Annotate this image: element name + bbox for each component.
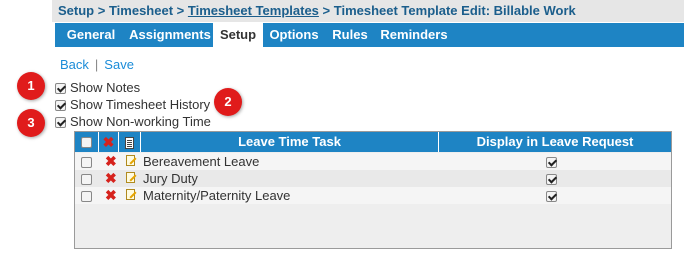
delete-icon: ✖ [102,134,115,150]
show-non-working-time-checkbox[interactable] [55,117,66,129]
breadcrumb: Setup > Timesheet > Timesheet Templates … [52,0,684,22]
grid-header: ✖ Leave Time Task Display in Leave Reque… [75,132,671,152]
row-edit-cell [126,153,135,170]
callout-badge-2: 2 [214,88,242,116]
edit-icon[interactable] [126,155,135,166]
row-checkbox[interactable] [81,174,92,186]
breadcrumb-separator: > [97,3,109,18]
breadcrumb-separator: > [176,3,188,18]
tab-assignments[interactable]: Assignments [127,23,213,47]
row-select-cell [81,187,96,204]
show-notes-option: Show Notes [55,80,140,96]
row-display-cell [546,187,561,204]
delete-icon[interactable]: ✖ [105,187,117,203]
table-row: ✖ Jury Duty [75,170,671,187]
tab-general[interactable]: General [55,23,127,47]
tab-reminders[interactable]: Reminders [375,23,453,47]
breadcrumb-current-page: Timesheet Template Edit: Billable Work [333,3,576,18]
show-notes-checkbox[interactable] [55,83,66,95]
action-links: Back | Save [60,57,134,72]
row-delete-cell: ✖ [105,187,117,204]
breadcrumb-timesheet-templates[interactable]: Timesheet Templates [188,3,319,18]
breadcrumb-timesheet[interactable]: Timesheet [109,3,173,18]
display-in-leave-request-header[interactable]: Display in Leave Request [439,132,671,152]
row-checkbox[interactable] [81,157,92,169]
callout-badge-1: 1 [17,72,45,100]
row-edit-cell [126,187,135,204]
tab-options[interactable]: Options [263,23,325,47]
delete-icon[interactable]: ✖ [105,170,117,186]
leave-time-task-header[interactable]: Leave Time Task [141,132,439,152]
row-edit-cell [126,170,135,187]
display-in-leave-request-checkbox[interactable] [546,157,557,169]
details-header [119,132,141,152]
tab-bar: General Assignments Setup Options Rules … [55,23,684,49]
action-separator: | [94,57,99,72]
show-timesheet-history-checkbox[interactable] [55,100,66,112]
show-timesheet-history-label: Show Timesheet History [70,97,211,112]
tab-setup[interactable]: Setup [213,23,263,49]
row-delete-cell: ✖ [105,170,117,187]
row-display-cell [546,153,561,170]
back-link[interactable]: Back [60,57,89,72]
display-in-leave-request-checkbox[interactable] [546,174,557,186]
select-all-header [75,132,99,152]
row-delete-cell: ✖ [105,153,117,170]
show-non-working-time-label: Show Non-working Time [70,114,211,129]
delete-header: ✖ [99,132,119,152]
delete-icon[interactable]: ✖ [105,153,117,169]
row-select-cell [81,153,96,170]
row-display-cell [546,170,561,187]
display-in-leave-request-checkbox[interactable] [546,191,557,203]
show-timesheet-history-option: Show Timesheet History [55,97,210,113]
breadcrumb-separator: > [322,3,334,18]
row-select-cell [81,170,96,187]
show-notes-label: Show Notes [70,80,141,95]
callout-badge-3: 3 [17,109,45,137]
breadcrumb-setup[interactable]: Setup [58,3,94,18]
row-checkbox[interactable] [81,191,92,203]
leave-task-grid: ✖ Leave Time Task Display in Leave Reque… [74,131,672,249]
row-task-name: Maternity/Paternity Leave [143,188,291,203]
tab-rules[interactable]: Rules [325,23,375,47]
edit-icon[interactable] [126,189,135,200]
table-row: ✖ Bereavement Leave [75,153,671,170]
edit-icon[interactable] [126,172,135,183]
list-icon [125,136,134,149]
select-all-checkbox[interactable] [81,137,92,149]
table-row: ✖ Maternity/Paternity Leave [75,187,671,204]
save-link[interactable]: Save [104,57,134,72]
show-non-working-time-option: Show Non-working Time [55,114,211,130]
row-task-name: Bereavement Leave [143,154,260,169]
row-task-name: Jury Duty [143,171,198,186]
